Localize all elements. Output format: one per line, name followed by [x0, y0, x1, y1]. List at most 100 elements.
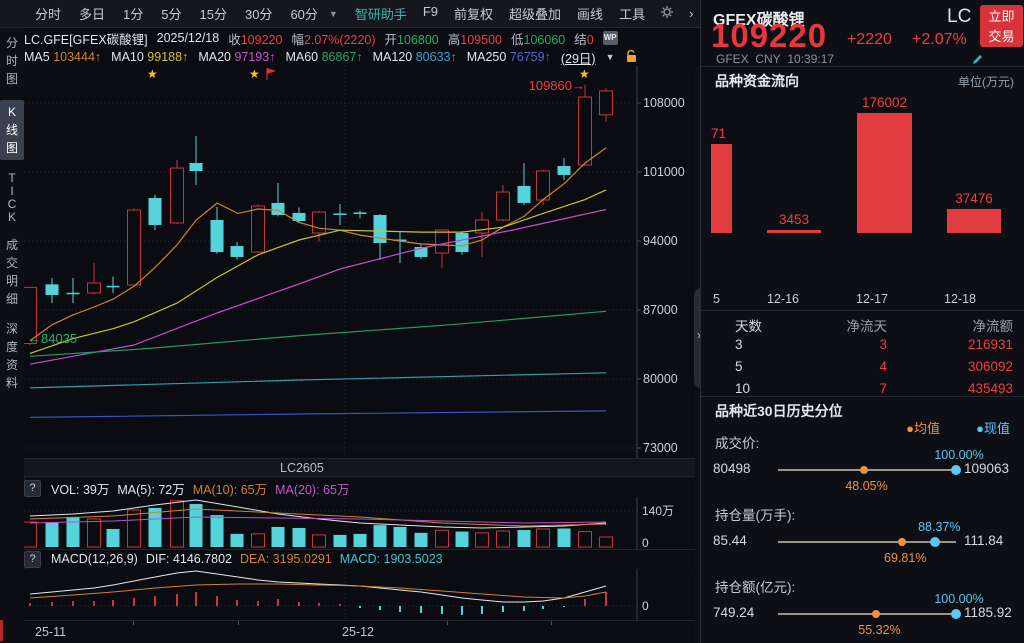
ai-assistant-button[interactable]: 智研助手	[347, 4, 415, 23]
help-icon[interactable]: ?	[24, 551, 41, 568]
slider-max-value: 109063	[964, 461, 1009, 476]
fund-flow-bar	[857, 113, 912, 233]
candle	[579, 97, 592, 165]
volume-bar	[293, 528, 306, 547]
ma-values: MA5 103444↑MA10 99188↑MA20 97193↑MA60 86…	[24, 50, 551, 64]
fund-flow-date: 5	[713, 292, 720, 306]
slider-min-value: 749.24	[713, 605, 754, 620]
ma-period-selector[interactable]: (29日)	[561, 48, 596, 66]
svg-text:140万: 140万	[642, 504, 674, 518]
candle	[558, 166, 571, 175]
volume-bar	[252, 534, 265, 547]
tab-period-0[interactable]: 分时	[26, 4, 70, 23]
gear-icon[interactable]	[660, 5, 674, 22]
svg-text:80000: 80000	[643, 372, 678, 386]
table-row: 33216931	[701, 337, 1024, 352]
vol-VOL-MA10	[30, 509, 606, 526]
candle	[128, 210, 141, 285]
slider-max-value: 1185.92	[964, 605, 1012, 620]
legend-current: ●现值	[976, 418, 1010, 437]
macd-indicator-bar: ? MACD(12,26,9) DIF: 4146.7802 DEA: 3195…	[24, 549, 695, 568]
current-dot	[951, 609, 961, 619]
quote-field: 收109220	[228, 29, 282, 48]
average-dot	[860, 466, 868, 474]
vol-ma20: MA(20): 65万	[275, 479, 349, 498]
average-dot	[898, 538, 906, 546]
tab-period-4[interactable]: 15分	[191, 4, 236, 23]
volume-bar	[394, 527, 407, 547]
volume-bar	[334, 535, 347, 547]
menu-item-0[interactable]: F9	[415, 4, 446, 23]
tab-period-5[interactable]: 30分	[236, 4, 281, 23]
tab-period-2[interactable]: 1分	[114, 4, 152, 23]
fund-flow-bar	[711, 144, 732, 233]
menu-item-1[interactable]: 前复权	[446, 4, 501, 23]
toolbar-menu: F9前复权超级叠加画线工具	[415, 4, 653, 23]
tab-period-1[interactable]: 多日	[70, 4, 114, 23]
sidebar-item-2[interactable]: T I C K	[0, 172, 24, 224]
tab-period-3[interactable]: 5分	[152, 4, 190, 23]
ma-line-MA60	[30, 311, 606, 356]
wp-icon[interactable]: WP	[603, 31, 618, 45]
ma-item: MA250 76759↑	[467, 50, 551, 64]
quote-side-panel: GFEX碳酸锂 LC 立即 交易 109220 +2220 +2.07% GFE…	[700, 0, 1024, 643]
percentile-title: 品种近30日历史分位	[715, 401, 843, 421]
menu-item-4[interactable]: 工具	[611, 4, 653, 23]
symbol-name: LC.GFE[GFEX碳酸锂]	[24, 29, 148, 48]
svg-text:101000: 101000	[643, 165, 685, 179]
svg-text:0: 0	[642, 599, 649, 613]
volume-chart[interactable]: 140万0	[24, 497, 695, 549]
macd-value: MACD: 1903.5023	[340, 552, 443, 566]
slider-track[interactable]	[778, 613, 956, 615]
svg-text:94000: 94000	[643, 234, 678, 248]
volume-bar	[415, 533, 428, 547]
table-row: 54306092	[701, 359, 1024, 374]
volume-bar	[149, 508, 162, 547]
slider-label: 持仓量(万手):	[715, 504, 795, 524]
candle	[354, 212, 367, 214]
slider-track[interactable]	[778, 541, 956, 543]
tab-period-6[interactable]: 60分	[281, 4, 326, 23]
edge-marker	[0, 620, 3, 641]
ma-line-MA120	[30, 373, 606, 388]
contract-label: LC2605	[280, 461, 324, 475]
slider-label: 成交价:	[715, 432, 759, 452]
sidebar-item-0[interactable]: 分 时 图	[0, 34, 24, 88]
dea-line	[30, 584, 606, 598]
candle	[107, 286, 120, 288]
sidebar-item-1[interactable]: K 线 图	[0, 100, 24, 160]
candle	[600, 91, 613, 115]
vol-ma5: MA(5): 72万	[117, 479, 184, 498]
current-dot	[930, 537, 940, 547]
candle	[190, 163, 203, 171]
chevron-down-icon[interactable]: ▼	[327, 9, 347, 19]
menu-item-2[interactable]: 超级叠加	[501, 4, 569, 23]
average-pct: 55.32%	[858, 623, 900, 637]
table-header: 天数净流天净流额	[701, 315, 1024, 335]
star-marker: ★	[147, 67, 158, 81]
help-icon[interactable]: ?	[24, 480, 41, 497]
macd-chart[interactable]: 0	[24, 569, 695, 620]
volume-bar	[272, 527, 285, 547]
unlock-icon[interactable]	[625, 49, 638, 66]
kline-chart[interactable]: 10800010100094000870008000073000★★★10986…	[24, 66, 695, 458]
time-axis: 25-11 25-12	[24, 620, 695, 643]
dif-line	[30, 571, 606, 602]
ma-item: MA10 99188↑	[111, 50, 188, 64]
candle	[88, 283, 101, 293]
volume-bar	[518, 530, 531, 547]
fund-flow-date: 12-17	[856, 292, 888, 306]
vol-VOL-MA20	[30, 517, 606, 523]
candle	[456, 233, 469, 252]
svg-text:87000: 87000	[643, 303, 678, 317]
ma-item: MA120 80633↑	[373, 50, 457, 64]
menu-item-3[interactable]: 画线	[569, 4, 611, 23]
contract-tab[interactable]: LC2605	[24, 458, 695, 477]
candle	[231, 246, 244, 257]
slider-min-value: 85.44	[713, 533, 747, 548]
sidebar-item-4[interactable]: 深 度 资 料	[0, 320, 24, 392]
sidebar-item-3[interactable]: 成 交 明 细	[0, 236, 24, 308]
chevron-down-icon[interactable]: ▼	[606, 52, 615, 62]
expand-chevron-icon[interactable]: ›	[681, 6, 701, 21]
candle	[497, 192, 510, 220]
